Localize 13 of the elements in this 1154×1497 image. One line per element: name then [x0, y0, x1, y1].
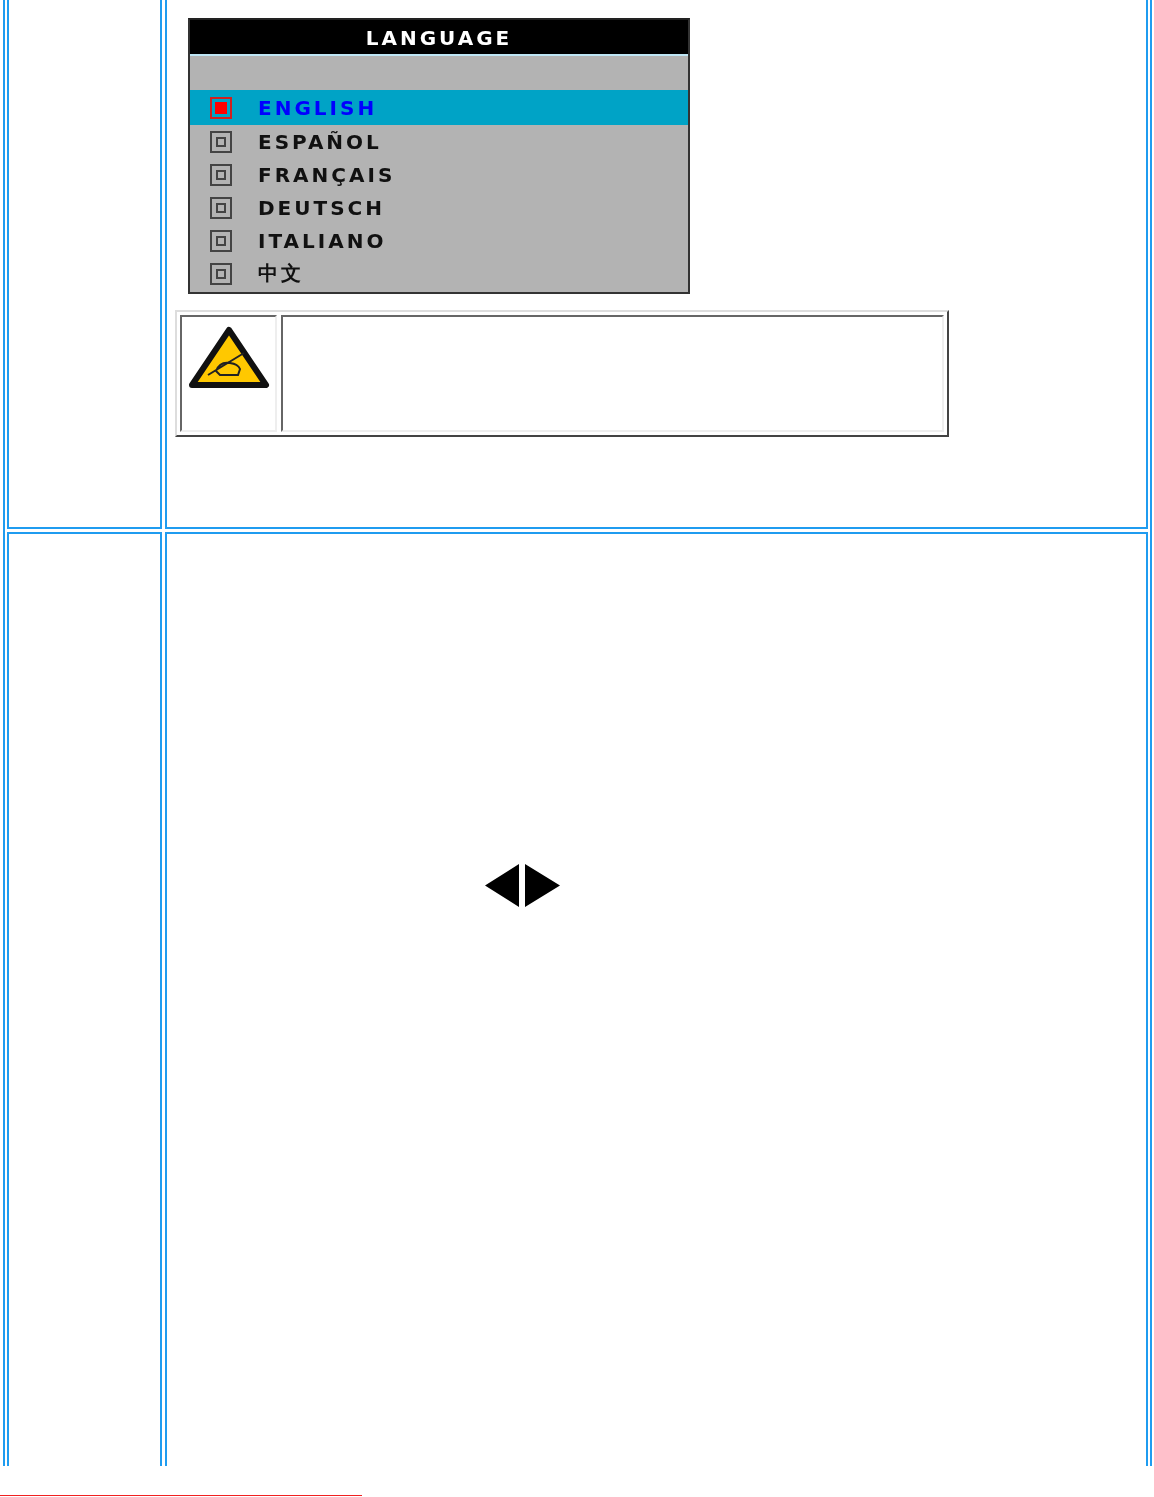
language-option[interactable]: ESPAÑOL	[190, 125, 688, 158]
language-option[interactable]: DEUTSCH	[190, 191, 688, 224]
language-option[interactable]: FRANÇAIS	[190, 158, 688, 191]
language-option[interactable]: 中文	[190, 257, 688, 290]
empty-box-icon	[210, 229, 232, 252]
left-right-arrows-icon	[485, 864, 560, 907]
checked-box-icon	[210, 96, 232, 119]
empty-box-icon	[210, 130, 232, 153]
menu-title: LANGUAGE	[190, 20, 688, 56]
empty-box-icon	[210, 262, 232, 285]
language-option[interactable]: ITALIANO	[190, 224, 688, 257]
empty-box-icon	[210, 163, 232, 186]
empty-box-icon	[210, 196, 232, 219]
